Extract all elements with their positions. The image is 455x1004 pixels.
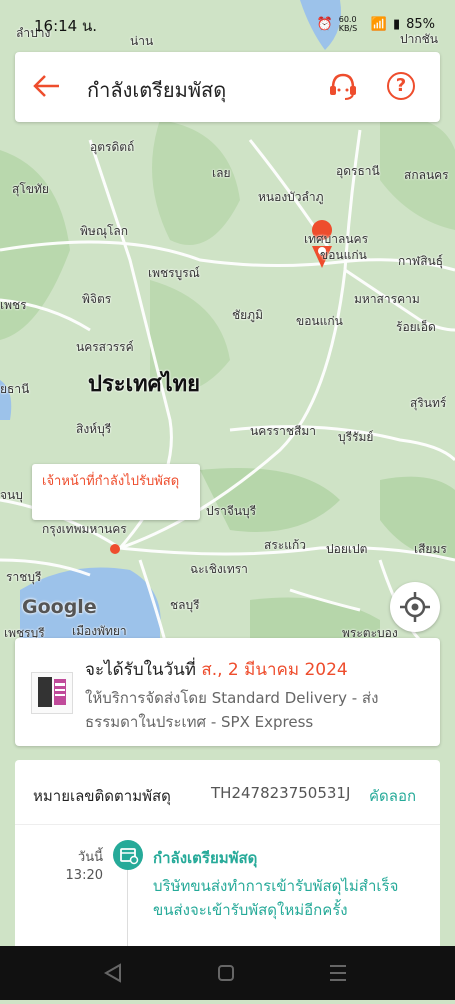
map-label: ปอยเปต: [326, 542, 368, 556]
map-label: ราชบุรี: [6, 570, 42, 584]
map-label: เลย: [212, 166, 231, 180]
delivery-info-card: จะได้รับในวันที่ ส., 2 มีนาคม 2024 ให้บร…: [15, 638, 440, 746]
map-label: กรุงเทพมหานคร: [42, 522, 127, 536]
package-status-icon: [113, 840, 143, 870]
event-description: บริษัทขนส่งทำการเข้ารับพัสดุไม่สำเร็จ ขน…: [153, 877, 399, 919]
map-label: เพชรบูรณ์: [148, 266, 200, 280]
nav-back-icon[interactable]: [103, 963, 121, 983]
map-label: พิจิตร: [82, 292, 112, 306]
arrow-left-icon: [33, 75, 59, 97]
google-logo: Google: [22, 596, 97, 618]
event-time: 13:20: [65, 868, 103, 883]
support-button[interactable]: [327, 70, 359, 102]
event-day: วันนี้: [77, 850, 103, 865]
eta-prefix: จะได้รับในวันที่: [85, 660, 196, 680]
my-location-button[interactable]: [390, 582, 440, 632]
map-label: หนองบัวลำภู: [258, 190, 324, 204]
map-label: นครราชสีมา: [250, 424, 316, 438]
copy-button[interactable]: คัดลอก: [369, 784, 416, 808]
tracking-number: TH247823750531J: [211, 784, 351, 802]
map-label: สกลนคร: [404, 168, 449, 182]
status-icons: ⏰ 60.0 KB/S 📶 ▮ 85%: [317, 15, 435, 33]
map-label: ปราจีนบุรี: [206, 504, 257, 518]
nav-buttons: [103, 963, 346, 983]
map-label: ชัยภูมิ: [232, 308, 263, 322]
battery-icon: ▮: [392, 16, 401, 32]
wifi-icon: 📶: [370, 16, 387, 32]
help-button[interactable]: ?: [387, 72, 415, 100]
system-nav-bar: [0, 946, 455, 1000]
alarm-icon: ⏰: [316, 16, 333, 32]
map-label: ฉะเชิงเทรา: [190, 562, 248, 576]
product-image-icon: [38, 677, 66, 707]
eta-line: จะได้รับในวันที่ ส., 2 มีนาคม 2024: [85, 656, 348, 683]
map-label: อุดรธานี: [336, 164, 380, 178]
map-label: นครสวรรค์: [76, 340, 134, 354]
map-country-label: ประเทศไทย: [88, 372, 201, 397]
page-title: กำลังเตรียมพัสดุ: [87, 78, 227, 102]
data-speed: 60.0 KB/S: [338, 15, 358, 33]
map-label: สระแก้ว: [264, 538, 306, 552]
map-label: อุตรดิตถ์: [90, 140, 135, 154]
header-bar: กำลังเตรียมพัสดุ ?: [15, 52, 440, 122]
headset-icon: [330, 73, 356, 100]
nav-home-icon[interactable]: [218, 965, 234, 981]
map-label: ร้อยเอ็ด: [396, 320, 436, 334]
event-title: กำลังเตรียมพัสดุ: [153, 849, 258, 867]
courier-tooltip: เจ้าหน้าที่กำลังไปรับพัสดุ: [32, 464, 200, 520]
map-label: สุโขทัย: [12, 182, 49, 196]
map-label: เพชร: [0, 298, 27, 312]
divider: [15, 824, 440, 825]
map-label: จนบุ: [0, 488, 23, 502]
map-label: ขอนแก่น: [296, 314, 343, 328]
crosshair-icon: [400, 592, 430, 622]
map-label: มหาสารคาม: [354, 292, 420, 306]
status-bar: 16:14 น. ⏰ 60.0 KB/S 📶 ▮ 85%: [0, 0, 455, 44]
map-label: สุรินทร์: [410, 396, 447, 410]
tracking-label: หมายเลขติดตามพัสดุ: [33, 787, 171, 805]
nav-menu-icon[interactable]: [330, 965, 346, 981]
question-icon: ?: [395, 75, 407, 96]
map-label: พิษณุโลก: [80, 224, 129, 238]
product-thumbnail: [31, 672, 73, 714]
map-label: ขอนแก่น: [320, 248, 367, 262]
battery-level: 85%: [406, 16, 435, 32]
map-label: ยธานี: [0, 382, 30, 396]
map-label: บุรีรัมย์: [338, 430, 374, 444]
service-description: ให้บริการจัดส่งโดย Standard Delivery - ส…: [85, 689, 379, 731]
status-time: 16:14 น.: [34, 17, 98, 35]
eta-date: ส., 2 มีนาคม 2024: [201, 660, 348, 680]
map-label: สิงห์บุรี: [76, 422, 112, 436]
map-label: ชลบุรี: [170, 598, 200, 612]
map-label: กาฬสินธุ์: [398, 254, 444, 268]
map-label: เสียมร: [414, 542, 447, 556]
tracking-panel: หมายเลขติดตามพัสดุ TH247823750531J คัดลอ…: [15, 760, 440, 960]
back-button[interactable]: [31, 70, 63, 102]
box-icon: [120, 848, 139, 865]
